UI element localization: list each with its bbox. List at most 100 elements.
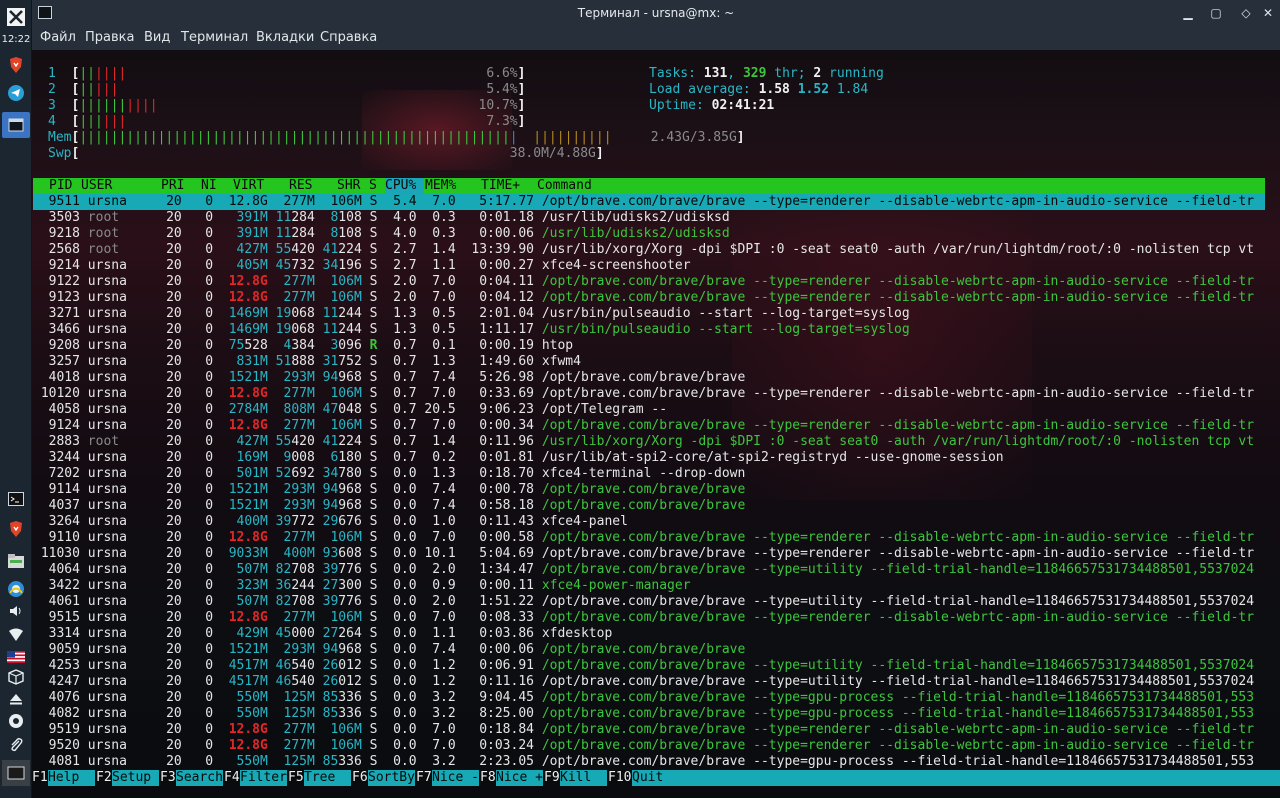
col-mem[interactable]: MEM% — [425, 178, 456, 194]
fkey-f9[interactable]: F9 — [544, 770, 560, 786]
fkey-f1-label[interactable]: Help — [48, 770, 95, 786]
col-command[interactable]: Command — [537, 178, 592, 194]
process-row-selected[interactable]: 9511 ursna 20 0 12.8G 277M 106M S 5.4 7.… — [33, 194, 1254, 210]
fkey-f1[interactable]: F1 — [32, 770, 48, 786]
process-row[interactable]: 9218 root 20 0 391M 11284 8108 S 4.0 0.3… — [33, 226, 730, 242]
volume-icon[interactable] — [2, 598, 30, 624]
restore-button[interactable]: ◇ — [1238, 5, 1254, 21]
process-row[interactable]: 3264 ursna 20 0 400M 39772 29676 S 0.0 1… — [33, 514, 628, 530]
process-row[interactable]: 9208 ursna 20 0 75528 4384 3096 R 0.7 0.… — [33, 338, 574, 354]
menu-view[interactable]: Вид — [144, 30, 170, 45]
terminal-area[interactable]: 1 [|||||| 6.6%] 2 [||||| 5.4%] 3 [||||||… — [32, 50, 1280, 798]
process-row[interactable]: 2568 root 20 0 427M 55420 41224 S 2.7 1.… — [33, 242, 1254, 258]
col-virt[interactable]: VIRT — [233, 178, 264, 194]
file-manager-icon[interactable] — [2, 548, 30, 574]
menu-file[interactable]: Файл — [40, 30, 76, 45]
fkey-f8-label[interactable]: Nice + — [496, 770, 543, 786]
process-row[interactable]: 9519 ursna 20 0 12.8G 277M 106M S 0.0 7.… — [33, 722, 1254, 738]
col-user[interactable]: USER — [81, 178, 112, 194]
process-row[interactable]: 3257 ursna 20 0 831M 51888 31752 S 0.7 1… — [33, 354, 581, 370]
minimize-button[interactable]: ▁ — [1180, 5, 1196, 21]
fkey-f10-label[interactable]: Quit — [632, 770, 1280, 786]
col-ni[interactable]: NI — [201, 178, 217, 194]
process-row[interactable]: 9214 ursna 20 0 405M 45732 34196 S 2.7 1… — [33, 258, 691, 274]
menu-tabs[interactable]: Вкладки — [256, 30, 314, 45]
res-cell: 51888 — [275, 354, 315, 369]
fkey-f2[interactable]: F2 — [96, 770, 112, 786]
fkey-f6-label[interactable]: SortBy — [368, 770, 415, 786]
brave-icon[interactable] — [2, 52, 30, 78]
window-titlebar[interactable]: Терминал - ursna@mx: ~ ▁ ▢ ◇ ✕ — [32, 0, 1280, 26]
process-row[interactable]: 3422 ursna 20 0 323M 36244 27300 S 0.0 0… — [33, 578, 691, 594]
process-row[interactable]: 11030 ursna 20 0 9033M 400M 93608 S 0.0 … — [33, 546, 1254, 562]
telegram-icon[interactable] — [2, 80, 30, 106]
update-icon[interactable] — [2, 708, 30, 734]
process-row[interactable]: 10120 ursna 20 0 12.8G 277M 106M S 0.7 7… — [33, 386, 1254, 402]
process-row[interactable]: 3466 ursna 20 0 1469M 19068 11244 S 1.3 … — [33, 322, 910, 338]
menu-edit[interactable]: Правка — [85, 30, 134, 45]
process-row[interactable]: 3271 ursna 20 0 1469M 19068 11244 S 1.3 … — [33, 306, 910, 322]
pid-cell: 9208 — [33, 338, 88, 353]
show-desktop-icon[interactable] — [2, 760, 30, 786]
fkey-f8[interactable]: F8 — [480, 770, 496, 786]
process-row[interactable]: 4037 ursna 20 0 1521M 293M 94968 S 0.0 7… — [33, 498, 746, 514]
process-row[interactable]: 4076 ursna 20 0 550M 125M 85336 S 0.0 3.… — [33, 690, 1254, 706]
fkey-f6[interactable]: F6 — [352, 770, 368, 786]
process-row[interactable]: 9122 ursna 20 0 12.8G 277M 106M S 2.0 7.… — [33, 274, 1254, 290]
fkey-f4-label[interactable]: Filter — [240, 770, 287, 786]
process-row[interactable]: 4018 ursna 20 0 1521M 293M 94968 S 0.7 7… — [33, 370, 746, 386]
shr-cell: 41224 — [322, 434, 362, 449]
process-row[interactable]: 4081 ursna 20 0 550M 125M 85336 S 0.0 3.… — [33, 754, 1254, 770]
process-row[interactable]: 4064 ursna 20 0 507M 82708 39776 S 0.0 2… — [33, 562, 1254, 578]
ni-cell: 0 — [189, 290, 221, 305]
menu-help[interactable]: Справка — [320, 30, 377, 45]
process-row[interactable]: 3314 ursna 20 0 429M 45000 27264 S 0.0 1… — [33, 626, 613, 642]
process-row[interactable]: 9520 ursna 20 0 12.8G 277M 106M S 0.0 7.… — [33, 738, 1254, 754]
process-row[interactable]: 4253 ursna 20 0 4517M 46540 26012 S 0.0 … — [33, 658, 1254, 674]
col-shr[interactable]: SHR — [337, 178, 360, 194]
process-row[interactable]: 4247 ursna 20 0 4517M 46540 26012 S 0.0 … — [33, 674, 1254, 690]
res-cell: 46540 — [275, 674, 315, 689]
close-button[interactable]: ✕ — [1260, 5, 1276, 21]
fkey-f7-label[interactable]: Nice - — [432, 770, 479, 786]
process-row[interactable]: 2883 root 20 0 427M 55420 41224 S 0.7 1.… — [33, 434, 1254, 450]
fkey-f10[interactable]: F10 — [608, 770, 631, 786]
brave-tray-icon[interactable] — [2, 516, 30, 542]
menu-terminal[interactable]: Терминал — [181, 30, 248, 45]
col-pri[interactable]: PRI — [161, 178, 184, 194]
cpu-cell: 0.7 — [377, 418, 425, 433]
col-res[interactable]: RES — [289, 178, 312, 194]
process-row[interactable]: 4058 ursna 20 0 2784M 808M 47048 S 0.7 2… — [33, 402, 667, 418]
fkey-f5[interactable]: F5 — [288, 770, 304, 786]
process-row[interactable]: 9059 ursna 20 0 1521M 293M 94968 S 0.0 7… — [33, 642, 746, 658]
col-state[interactable]: S — [369, 178, 377, 194]
col-time[interactable]: TIME+ — [481, 178, 520, 194]
process-row[interactable]: 3503 root 20 0 391M 11284 8108 S 4.0 0.3… — [33, 210, 730, 226]
col-cpu[interactable]: CPU% — [385, 178, 416, 194]
process-row[interactable]: 7202 ursna 20 0 501M 52692 34780 S 0.0 1… — [33, 466, 746, 482]
terminal-icon[interactable] — [2, 486, 30, 512]
process-row[interactable]: 4082 ursna 20 0 550M 125M 85336 S 0.0 3.… — [33, 706, 1254, 722]
time-cell: 1:11.17 — [463, 322, 542, 337]
fkey-f4[interactable]: F4 — [224, 770, 240, 786]
col-pid[interactable]: PID — [49, 178, 72, 194]
terminal-window-icon[interactable] — [2, 112, 30, 138]
maximize-button[interactable]: ▢ — [1208, 5, 1224, 21]
fkey-f7[interactable]: F7 — [416, 770, 432, 786]
clipboard-icon[interactable] — [2, 732, 30, 758]
process-row[interactable]: 9515 ursna 20 0 12.8G 277M 106M S 0.0 7.… — [33, 610, 1254, 626]
fkey-f9-label[interactable]: Kill — [560, 770, 607, 786]
fkey-f3-label[interactable]: Search — [176, 770, 223, 786]
process-row[interactable]: 9110 ursna 20 0 12.8G 277M 106M S 0.0 7.… — [33, 530, 1254, 546]
process-row[interactable]: 9123 ursna 20 0 12.8G 277M 106M S 2.0 7.… — [33, 290, 1254, 306]
process-row[interactable]: 9124 ursna 20 0 12.8G 277M 106M S 0.7 7.… — [33, 418, 1254, 434]
fkey-f2-label[interactable]: Setup — [112, 770, 159, 786]
fkey-f5-label[interactable]: Tree — [304, 770, 351, 786]
panel-clock[interactable]: 12:22 — [0, 34, 32, 45]
process-row[interactable]: 3244 ursna 20 0 169M 9008 6180 S 0.7 0.2… — [33, 450, 1004, 466]
process-row[interactable]: 4061 ursna 20 0 507M 82708 39776 S 0.0 2… — [33, 594, 1254, 610]
process-row[interactable]: 9114 ursna 20 0 1521M 293M 94968 S 0.0 7… — [33, 482, 746, 498]
mx-menu-icon[interactable] — [2, 4, 30, 30]
fkey-f3[interactable]: F3 — [160, 770, 176, 786]
user-cell: root — [87, 226, 151, 241]
